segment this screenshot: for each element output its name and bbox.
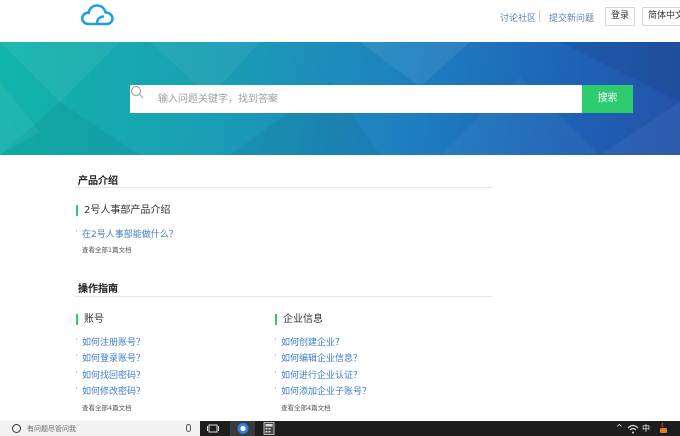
- section-title-guide: 操作指南: [78, 284, 118, 295]
- community-link[interactable]: 讨论社区: [500, 11, 536, 24]
- search-input[interactable]: [158, 85, 578, 113]
- doc-link[interactable]: 在2号人事部能做什么？: [75, 227, 178, 240]
- cloud-logo-icon[interactable]: [80, 3, 114, 27]
- microphone-icon[interactable]: [186, 424, 191, 432]
- group-title-company-info: 企业信息: [275, 314, 323, 325]
- taskbar-search-box[interactable]: 有问题尽管问我: [0, 421, 200, 436]
- calculator-icon[interactable]: [262, 422, 276, 435]
- view-all-link[interactable]: 查看全部4篇文档: [281, 402, 331, 412]
- doc-link[interactable]: 如何找回密码？: [75, 368, 145, 381]
- ime-indicator[interactable]: 中: [642, 423, 650, 434]
- view-all-link[interactable]: 查看全部1篇文档: [82, 244, 132, 254]
- section-divider: [75, 296, 492, 297]
- doc-link[interactable]: 如何创建企业？: [274, 335, 344, 348]
- top-header: 讨论社区 提交新问题 登录 简体中文: [0, 0, 680, 42]
- cortana-icon: [12, 424, 21, 433]
- view-all-link[interactable]: 查看全部4篇文档: [82, 402, 132, 412]
- doc-link[interactable]: 如何修改密码？: [75, 384, 145, 397]
- search-button[interactable]: 搜索: [582, 85, 633, 113]
- login-button[interactable]: 登录: [605, 7, 635, 26]
- java-icon[interactable]: [657, 422, 671, 435]
- search-box: [130, 85, 582, 113]
- windows-taskbar: 有问题尽管问我 ^ 中: [0, 421, 680, 436]
- search-banner: 搜索: [0, 42, 680, 155]
- search-icon: [130, 85, 144, 99]
- doc-link[interactable]: 如何注册账号？: [75, 335, 145, 348]
- language-select[interactable]: 简体中文: [642, 7, 680, 26]
- doc-link[interactable]: 如何添加企业子账号？: [274, 384, 371, 397]
- nav-divider: [539, 10, 540, 22]
- section-divider: [75, 187, 492, 188]
- doc-link[interactable]: 如何登录账号？: [75, 351, 145, 364]
- submit-question-link[interactable]: 提交新问题: [549, 11, 594, 24]
- taskbar-search-input[interactable]: 有问题尽管问我: [27, 424, 76, 434]
- task-view-icon[interactable]: [206, 422, 220, 435]
- tray-chevron-icon[interactable]: ^: [616, 423, 623, 432]
- wifi-icon[interactable]: [626, 422, 640, 435]
- doc-link[interactable]: 如何编辑企业信息？: [274, 351, 362, 364]
- section-title-product-intro: 产品介绍: [78, 176, 118, 187]
- browser-icon[interactable]: [236, 422, 250, 435]
- group-title-product-intro: 2号人事部产品介绍: [76, 205, 170, 216]
- group-title-account: 账号: [76, 314, 104, 325]
- doc-link[interactable]: 如何进行企业认证？: [274, 368, 362, 381]
